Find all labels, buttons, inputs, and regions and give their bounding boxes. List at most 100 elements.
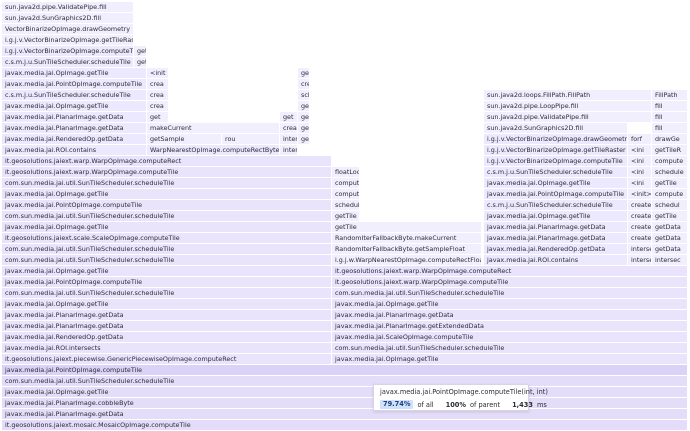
flame-frame[interactable]: fill [652,123,688,133]
flame-frame[interactable]: it.geosolutions.jaiext.piecewise.Generic… [2,354,332,364]
flame-frame[interactable]: rou [222,134,280,144]
flame-frame[interactable]: <init> [628,189,652,199]
flame-frame[interactable]: FillPath [652,90,688,100]
flame-frame[interactable]: intersec [628,244,652,254]
flame-frame[interactable]: getTile [652,178,688,188]
flame-frame[interactable]: comput [332,178,360,188]
flame-frame[interactable]: get [147,112,169,122]
flame-frame[interactable]: javax.media.jai.OpImage.getTile [2,387,688,397]
flame-frame[interactable]: javax.media.jai.ROI.contains [2,145,147,155]
flame-frame[interactable]: sun.java2d.pipe.LoopPipe.fill [484,101,652,111]
flame-frame[interactable]: javax.media.jai.PlanarImage.getData [484,233,628,243]
flame-frame[interactable]: javax.media.jai.PlanarImage.cobbleByte [2,398,688,408]
flame-frame[interactable]: intersec [652,255,688,265]
flame-frame[interactable]: floatLoo [332,167,360,177]
flame-frame[interactable]: crea [147,79,169,89]
flame-frame[interactable]: javax.media.jai.PlanarImage.getData [332,310,688,320]
flame-frame[interactable]: create [628,200,652,210]
flame-frame[interactable]: getTile [332,211,360,221]
flame-frame[interactable]: schedul [332,200,360,210]
flame-frame[interactable]: <init [147,68,169,78]
flame-frame[interactable]: com.sun.media.jai.util.SunTileScheduler.… [332,343,688,353]
flame-frame[interactable]: javax.media.jai.OpImage.getTile [484,178,628,188]
flame-frame[interactable]: inters [280,134,298,144]
flame-frame[interactable]: createO [628,222,652,232]
flame-frame[interactable]: javax.media.jai.OpImage.getTile [2,68,147,78]
flame-frame[interactable]: com.sun.media.jai.util.SunTileScheduler.… [2,178,332,188]
flame-frame[interactable]: creat [280,123,298,133]
flame-frame[interactable]: c.s.m.j.u.SunTileScheduler.scheduleTile [2,90,147,100]
flame-frame[interactable]: javax.media.jai.ROI.intersects [2,343,332,353]
flame-frame[interactable]: it.geosolutions.jaiext.mosaic.MosaicOpIm… [2,420,688,430]
flame-frame[interactable]: compute [652,189,688,199]
flame-frame[interactable]: fill [652,101,688,111]
flame-frame[interactable]: com.sun.media.jai.util.SunTileScheduler.… [2,376,688,386]
flame-frame[interactable]: get [298,112,310,122]
flame-frame[interactable]: c.s.m.j.u.SunTileScheduler.scheduleTile [484,167,628,177]
flame-frame[interactable]: <ini [628,156,652,166]
flame-frame[interactable]: get [298,123,310,133]
flame-frame[interactable]: javax.media.jai.RenderedOp.getData [2,332,332,342]
flame-frame[interactable]: javax.media.jai.OpImage.getTile [2,299,332,309]
flame-frame[interactable]: c.s.m.j.u.SunTileScheduler.scheduleTile [2,57,134,67]
flame-frame[interactable]: it.geosolutions.jaiext.warp.WarpOpImage.… [332,277,688,287]
flame-frame[interactable]: javax.media.jai.PlanarImage.getData [2,321,332,331]
flame-frame[interactable]: <ini [628,178,652,188]
flame-frame[interactable]: makeCurrent [147,123,280,133]
flame-frame[interactable]: javax.media.jai.OpImage.getTile [332,354,688,364]
flame-frame[interactable]: get [280,112,298,122]
flame-frame[interactable]: javax.media.jai.PointOpImage.computeTile [2,277,332,287]
flame-frame[interactable]: drawGe [652,134,688,144]
flame-frame[interactable]: javax.media.jai.PlanarImage.getExtendedD… [332,321,688,331]
flame-frame[interactable]: com.sun.media.jai.util.SunTileScheduler.… [2,211,332,221]
flame-frame[interactable]: com.sun.media.jai.util.SunTileScheduler.… [332,288,688,298]
flame-frame[interactable]: sun.java2d.pipe.ValidatePipe.fill [484,112,652,122]
flame-frame[interactable]: javax.media.jai.ScaleOpImage.computeTile [332,332,688,342]
flame-frame[interactable]: it.geosolutions.jaiext.warp.WarpOpImage.… [2,167,332,177]
flame-frame[interactable]: javax.media.jai.ROI.contains [484,255,628,265]
flame-frame[interactable]: sun.java2d.loops.FillPath.FillPath [484,90,652,100]
flame-frame[interactable]: javax.media.jai.PlanarImage.getData [484,222,628,232]
flame-frame[interactable]: intersec [628,255,652,265]
flame-frame[interactable]: com.sun.media.jai.util.SunTileScheduler.… [2,288,332,298]
flame-frame[interactable]: crea [147,90,169,100]
flame-frame[interactable]: javax.media.jai.PlanarImage.getData [2,310,332,320]
flame-frame[interactable]: inters [280,145,298,155]
flame-frame[interactable]: i.g.j.w.WarpNearestOpImage.computeRectFl… [332,255,482,265]
flame-frame[interactable]: javax.media.jai.OpImage.getTile [2,189,332,199]
flame-frame[interactable]: RandomIterFallbackByte.getSampleFloat [332,244,482,254]
flame-frame[interactable]: javax.media.jai.PlanarImage.getData [2,409,688,419]
flame-frame[interactable]: it.geosolutions.jaiext.warp.WarpOpImage.… [2,156,332,166]
flame-frame[interactable]: javax.media.jai.PointOpImage.computeTile [2,79,147,89]
flame-frame[interactable]: fill [652,112,688,122]
flame-frame[interactable]: c.s.m.j.u.SunTileScheduler.scheduleTile [484,200,628,210]
flame-frame[interactable]: getData [652,222,688,232]
flame-frame[interactable]: <ini [628,145,652,155]
flame-frame[interactable]: <ini [628,167,652,177]
flame-frame[interactable]: javax.media.jai.PlanarImage.getData [2,112,147,122]
flame-frame[interactable]: get [134,57,147,67]
flame-frame[interactable]: crea [298,79,310,89]
flame-frame[interactable]: it.geosolutions.jaiext.scale.ScaleOpImag… [2,233,332,243]
flame-frame[interactable]: javax.media.jai.RenderedOp.getData [2,134,147,144]
flame-frame[interactable]: javax.media.jai.OpImage.getTile [332,299,688,309]
flame-frame[interactable]: getTile [332,222,482,232]
flame-frame[interactable]: i.g.j.v.VectorBinarizeOpImage.computeTil… [484,156,628,166]
flame-frame[interactable]: i.g.j.v.VectorBinarizeOpImage.computeTil… [2,46,134,56]
flame-frame[interactable]: javax.media.jai.OpImage.getTile [2,222,332,232]
flame-frame[interactable]: forf [628,134,652,144]
flame-frame[interactable]: sun.java2d.pipe.ValidatePipe.fill [2,2,134,12]
flame-frame[interactable]: javax.media.jai.PointOpImage.computeTile [484,189,628,199]
flame-frame[interactable]: com.sun.media.jai.util.SunTileScheduler.… [2,244,332,254]
flame-frame[interactable]: javax.media.jai.PointOpImage.computeTile [2,365,688,375]
flame-frame[interactable]: comput [332,189,360,199]
flame-frame[interactable]: getData [652,244,688,254]
flame-frame[interactable]: javax.media.jai.OpImage.getTile [2,266,332,276]
flame-frame[interactable]: compute [652,156,688,166]
flame-frame[interactable]: getSample [147,134,222,144]
flame-frame[interactable]: i.g.j.v.VectorBinarizeOpImage.drawGeomet… [484,134,628,144]
flame-frame[interactable]: i.g.j.v.VectorBinarizeOpImage.getTileRas… [2,35,134,45]
flame-frame[interactable]: javax.media.jai.PlanarImage.getData [2,123,147,133]
flame-frame[interactable]: javax.media.jai.OpImage.getTile [484,211,628,221]
flame-frame[interactable]: create [628,211,652,221]
